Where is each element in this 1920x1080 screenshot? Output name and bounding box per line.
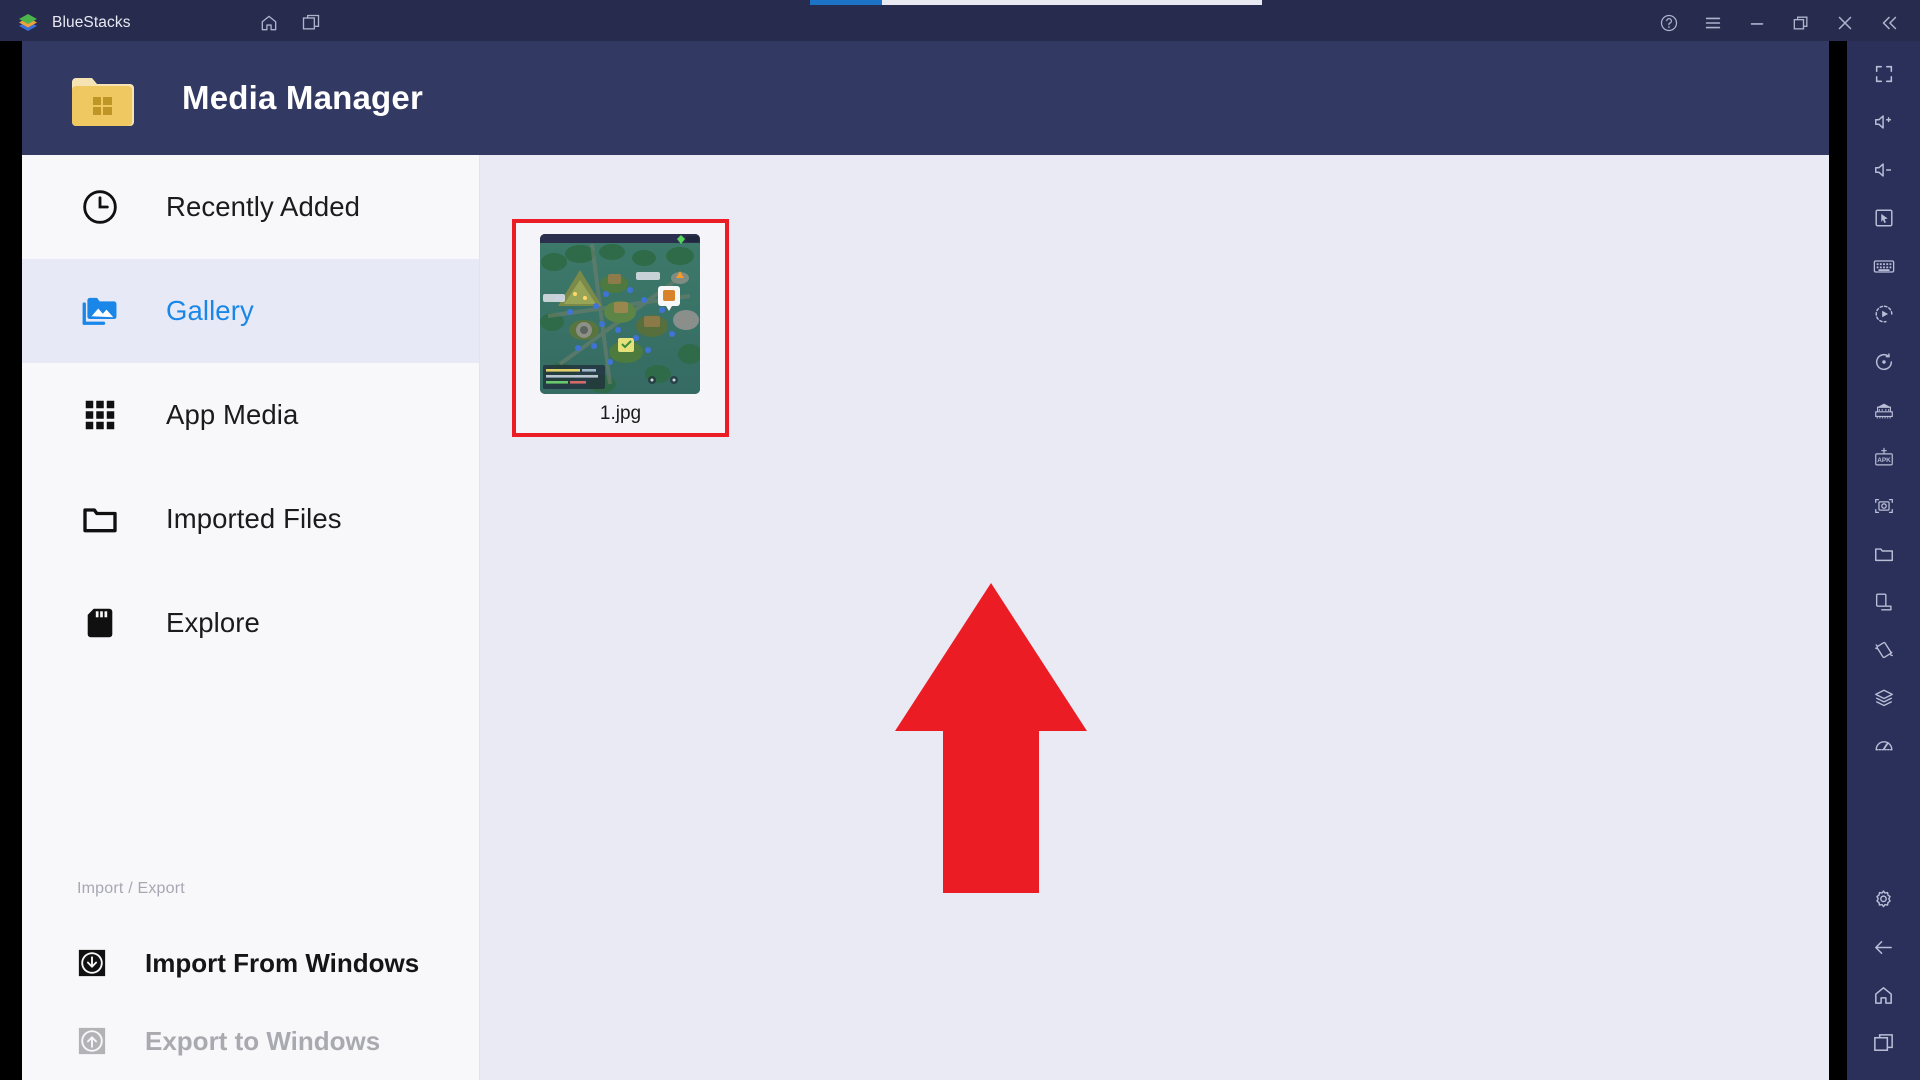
folder-icon — [77, 496, 123, 542]
sidebar-item-label: App Media — [166, 399, 299, 430]
export-to-windows-button[interactable]: Export to Windows — [22, 1002, 479, 1080]
home-icon[interactable] — [258, 12, 280, 34]
settings-gear-icon[interactable] — [1869, 884, 1899, 914]
import-from-windows-button[interactable]: Import From Windows — [22, 924, 479, 1002]
apk-install-icon[interactable]: APK — [1869, 443, 1899, 473]
multi-instance-icon[interactable] — [300, 12, 322, 34]
page-title: Media Manager — [182, 79, 423, 116]
sidebar-item-label: Explore — [166, 607, 260, 638]
sd-card-icon — [77, 600, 123, 646]
game-map-screenshot — [540, 234, 700, 394]
title-bar-controls — [1658, 5, 1920, 41]
sidebar-item-app-media[interactable]: App Media — [22, 363, 479, 467]
pointer-arrow — [891, 579, 1091, 904]
home-icon[interactable] — [1869, 980, 1899, 1010]
keyboard-icon[interactable] — [1869, 251, 1899, 281]
window-frame-left — [0, 41, 22, 1080]
rotate-screen-icon[interactable] — [1869, 587, 1899, 617]
export-up-icon — [77, 1026, 107, 1056]
sidebar-item-label: Imported Files — [166, 503, 342, 534]
sidebar-item-recently-added[interactable]: Recently Added — [22, 155, 479, 259]
file-thumbnail[interactable] — [540, 234, 700, 394]
file-name-label: 1.jpg — [599, 403, 642, 424]
screenshot-icon[interactable] — [1869, 491, 1899, 521]
help-icon[interactable] — [1658, 12, 1680, 34]
fullscreen-icon[interactable] — [1869, 59, 1899, 89]
import-export-section-label: Import / Export — [77, 880, 185, 897]
windows-folder-icon — [70, 70, 134, 126]
minimize-icon[interactable] — [1746, 12, 1768, 34]
svg-text:APK: APK — [1877, 457, 1891, 464]
side-toolbar: APK — [1847, 41, 1920, 1080]
gallery-content: 1.jpg — [481, 155, 1829, 1080]
eco-mode-icon[interactable] — [1869, 347, 1899, 377]
title-bar-center-controls — [258, 5, 322, 41]
export-to-windows-label: Export to Windows — [145, 1025, 381, 1056]
selection-highlight: 1.jpg — [512, 219, 729, 437]
media-manager-header: Media Manager — [22, 41, 1829, 155]
cursor-icon[interactable] — [1869, 203, 1899, 233]
multi-instance-manager-icon[interactable] — [1869, 395, 1899, 425]
window-frame-right — [1829, 41, 1847, 1080]
sidebar-item-explore[interactable]: Explore — [22, 571, 479, 675]
title-bar: BlueStacks — [0, 5, 1920, 41]
import-down-icon — [77, 948, 107, 978]
menu-icon[interactable] — [1702, 12, 1724, 34]
bluestacks-logo-icon — [16, 11, 40, 35]
sidebar: Recently Added Gallery App Media Importe… — [22, 155, 480, 1080]
close-icon[interactable] — [1834, 12, 1856, 34]
maximize-icon[interactable] — [1790, 12, 1812, 34]
back-arrow-icon[interactable] — [1869, 932, 1899, 962]
collapse-icon[interactable] — [1878, 12, 1900, 34]
bluestacks-window: BlueStacks Media Manager Recently Added … — [0, 0, 1920, 1080]
gauge-icon[interactable] — [1869, 731, 1899, 761]
sidebar-item-imported-files[interactable]: Imported Files — [22, 467, 479, 571]
grid-icon — [77, 392, 123, 438]
recents-icon[interactable] — [1869, 1028, 1899, 1058]
photo-folder-icon — [77, 288, 123, 334]
media-manager-window: Media Manager Recently Added Gallery App… — [22, 41, 1829, 1080]
volume-up-icon[interactable] — [1869, 107, 1899, 137]
volume-down-icon[interactable] — [1869, 155, 1899, 185]
shake-icon[interactable] — [1869, 635, 1899, 665]
app-name: BlueStacks — [52, 14, 131, 31]
layers-icon[interactable] — [1869, 683, 1899, 713]
import-from-windows-label: Import From Windows — [145, 947, 420, 978]
sidebar-item-label: Recently Added — [166, 191, 361, 222]
media-manager-icon[interactable] — [1869, 539, 1899, 569]
macro-play-icon[interactable] — [1869, 299, 1899, 329]
clock-icon — [77, 184, 123, 230]
sidebar-item-gallery[interactable]: Gallery — [22, 259, 479, 363]
sidebar-item-label: Gallery — [166, 295, 254, 326]
